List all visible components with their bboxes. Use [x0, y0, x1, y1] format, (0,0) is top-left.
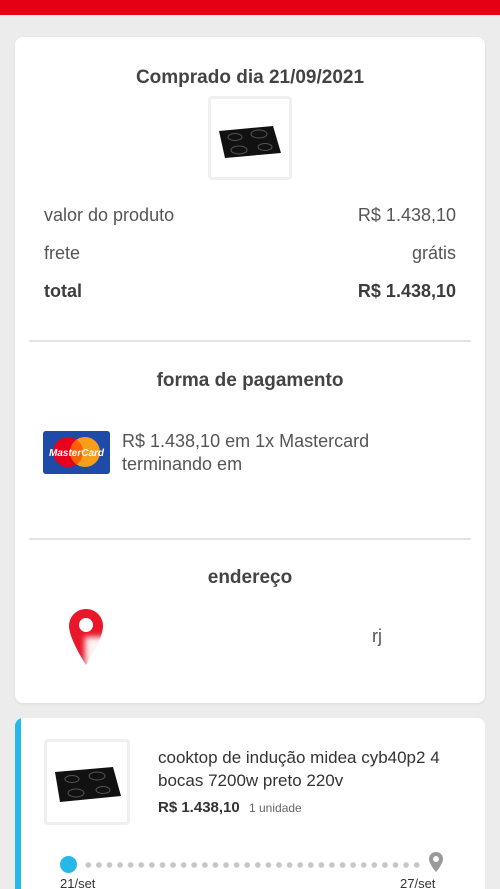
order-item-name[interactable]: cooktop de indução midea cyb40p2 4 bocas… [158, 746, 463, 792]
address-state: rj [372, 626, 382, 646]
divider [29, 340, 471, 342]
cooktop-image [219, 126, 281, 158]
destination-pin-icon [429, 852, 443, 872]
order-item-quantity: 1 unidade [249, 801, 302, 815]
top-status-bar [0, 0, 500, 15]
status-accent-bar [15, 718, 21, 889]
shipping-row: frete grátis [44, 243, 456, 264]
total-label: total [44, 281, 82, 301]
delivery-timeline: 21/set 27/set [60, 852, 450, 889]
redacted-card-digits [247, 453, 307, 477]
cooktop-image [55, 767, 121, 802]
order-item-price: R$ 1.438,10 [158, 799, 240, 816]
timeline-start-date: 21/set [60, 876, 96, 889]
payment-line-1: R$ 1.438,10 em 1x Mastercard [122, 431, 370, 451]
address-text: rj [122, 602, 442, 671]
timeline-progress-dots [83, 862, 423, 868]
address-line-1 [122, 602, 442, 625]
address-line-3 [122, 648, 442, 671]
address-title: endereço [207, 567, 293, 588]
order-summary-card: Comprado dia 21/09/2021 valor do produto… [15, 37, 485, 703]
product-value-amount: R$ 1.438,10 [357, 205, 456, 225]
timeline-start-dot [60, 856, 77, 873]
mastercard-logo-icon: MasterCard [43, 431, 110, 474]
address-line-2: rj [122, 625, 442, 648]
shipping-amount: grátis [411, 243, 456, 263]
total-row: total R$ 1.438,10 [44, 281, 456, 302]
total-amount: R$ 1.438,10 [357, 281, 456, 301]
redacted-pin-area [85, 637, 130, 689]
order-item-card[interactable]: cooktop de indução midea cyb40p2 4 bocas… [15, 718, 485, 889]
divider [29, 538, 471, 540]
product-thumbnail[interactable] [208, 96, 292, 180]
payment-title: forma de pagamento [156, 370, 344, 391]
order-item-thumbnail[interactable] [44, 739, 130, 825]
mastercard-logo-text: MasterCard [49, 448, 105, 459]
product-value-label: valor do produto [44, 205, 175, 225]
timeline-end-date: 27/set [400, 876, 436, 889]
product-value-row: valor do produto R$ 1.438,10 [44, 205, 456, 226]
shipping-label: frete [44, 243, 81, 263]
purchase-date-title: Comprado dia 21/09/2021 [135, 67, 365, 88]
